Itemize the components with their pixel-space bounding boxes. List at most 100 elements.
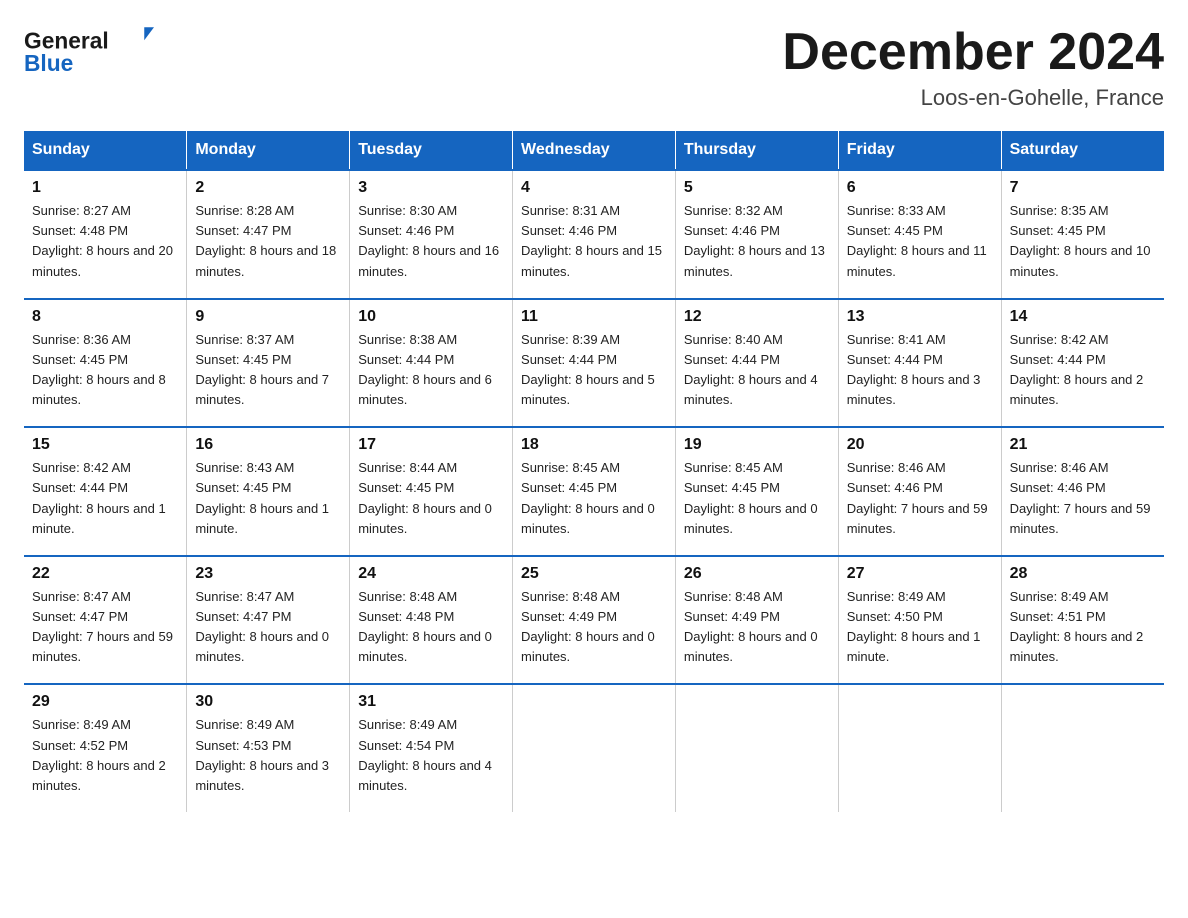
calendar-cell: 14Sunrise: 8:42 AMSunset: 4:44 PMDayligh… (1001, 299, 1164, 428)
day-number: 22 (32, 565, 178, 583)
calendar-cell: 15 Sunrise: 8:42 AMSunset: 4:44 PMDayligh… (24, 427, 187, 556)
day-info: Sunrise: 8:49 AMSunset: 4:54 PMDaylight:… (358, 715, 504, 796)
day-info: Sunrise: 8:39 AMSunset: 4:44 PMDaylight:… (521, 330, 667, 411)
day-info: Sunrise: 8:49 AMSunset: 4:50 PMDaylight:… (847, 587, 993, 668)
calendar-week-4: 22 Sunrise: 8:47 AMSunset: 4:47 PMDayligh… (24, 556, 1164, 685)
calendar-cell (838, 684, 1001, 812)
location: Loos-en-Gohelle, France (782, 85, 1164, 111)
day-info: Sunrise: 8:48 AMSunset: 4:48 PMDaylight:… (358, 587, 504, 668)
calendar-cell: 5 Sunrise: 8:32 AMSunset: 4:46 PMDaylight… (675, 170, 838, 299)
calendar-cell: 1 Sunrise: 8:27 AMSunset: 4:48 PMDaylight… (24, 170, 187, 299)
calendar-cell: 27Sunrise: 8:49 AMSunset: 4:50 PMDayligh… (838, 556, 1001, 685)
calendar-cell: 7 Sunrise: 8:35 AMSunset: 4:45 PMDaylight… (1001, 170, 1164, 299)
calendar-cell: 2 Sunrise: 8:28 AMSunset: 4:47 PMDaylight… (187, 170, 350, 299)
calendar-cell: 29 Sunrise: 8:49 AMSunset: 4:52 PMDayligh… (24, 684, 187, 812)
calendar-cell (513, 684, 676, 812)
svg-text:Blue: Blue (24, 50, 73, 76)
calendar-cell: 18 Sunrise: 8:45 AMSunset: 4:45 PMDayligh… (513, 427, 676, 556)
day-number: 4 (521, 179, 667, 197)
calendar-table: SundayMondayTuesdayWednesdayThursdayFrid… (24, 131, 1164, 812)
day-info: Sunrise: 8:43 AMSunset: 4:45 PMDaylight:… (195, 458, 341, 539)
day-number: 18 (521, 436, 667, 454)
calendar-cell: 16 Sunrise: 8:43 AMSunset: 4:45 PMDayligh… (187, 427, 350, 556)
day-info: Sunrise: 8:48 AMSunset: 4:49 PMDaylight:… (521, 587, 667, 668)
day-info: Sunrise: 8:38 AMSunset: 4:44 PMDaylight:… (358, 330, 504, 411)
day-number: 10 (358, 308, 504, 326)
day-number: 1 (32, 179, 178, 197)
weekday-header-friday: Friday (838, 131, 1001, 170)
day-info: Sunrise: 8:42 AMSunset: 4:44 PMDaylight:… (32, 458, 178, 539)
calendar-cell: 28Sunrise: 8:49 AMSunset: 4:51 PMDayligh… (1001, 556, 1164, 685)
day-number: 19 (684, 436, 830, 454)
day-info: Sunrise: 8:35 AMSunset: 4:45 PMDaylight:… (1010, 201, 1156, 282)
calendar-week-1: 1 Sunrise: 8:27 AMSunset: 4:48 PMDaylight… (24, 170, 1164, 299)
day-info: Sunrise: 8:46 AMSunset: 4:46 PMDaylight:… (847, 458, 993, 539)
day-info: Sunrise: 8:44 AMSunset: 4:45 PMDaylight:… (358, 458, 504, 539)
calendar-cell: 24 Sunrise: 8:48 AMSunset: 4:48 PMDayligh… (350, 556, 513, 685)
day-info: Sunrise: 8:49 AMSunset: 4:53 PMDaylight:… (195, 715, 341, 796)
day-number: 17 (358, 436, 504, 454)
calendar-cell: 13 Sunrise: 8:41 AMSunset: 4:44 PMDayligh… (838, 299, 1001, 428)
calendar-cell (1001, 684, 1164, 812)
day-number: 12 (684, 308, 830, 326)
day-info: Sunrise: 8:42 AMSunset: 4:44 PMDaylight:… (1010, 330, 1156, 411)
calendar-cell: 8Sunrise: 8:36 AMSunset: 4:45 PMDaylight… (24, 299, 187, 428)
calendar-cell: 26 Sunrise: 8:48 AMSunset: 4:49 PMDayligh… (675, 556, 838, 685)
calendar-cell: 10 Sunrise: 8:38 AMSunset: 4:44 PMDayligh… (350, 299, 513, 428)
day-info: Sunrise: 8:31 AMSunset: 4:46 PMDaylight:… (521, 201, 667, 282)
day-number: 24 (358, 565, 504, 583)
calendar-cell: 31 Sunrise: 8:49 AMSunset: 4:54 PMDayligh… (350, 684, 513, 812)
day-info: Sunrise: 8:41 AMSunset: 4:44 PMDaylight:… (847, 330, 993, 411)
day-number: 31 (358, 693, 504, 711)
day-number: 20 (847, 436, 993, 454)
calendar-cell: 19 Sunrise: 8:45 AMSunset: 4:45 PMDayligh… (675, 427, 838, 556)
calendar-week-5: 29 Sunrise: 8:49 AMSunset: 4:52 PMDayligh… (24, 684, 1164, 812)
day-number: 30 (195, 693, 341, 711)
calendar-cell (675, 684, 838, 812)
day-info: Sunrise: 8:28 AMSunset: 4:47 PMDaylight:… (195, 201, 341, 282)
day-number: 16 (195, 436, 341, 454)
calendar-cell: 3Sunrise: 8:30 AMSunset: 4:46 PMDaylight… (350, 170, 513, 299)
day-number: 29 (32, 693, 178, 711)
calendar-cell: 20 Sunrise: 8:46 AMSunset: 4:46 PMDayligh… (838, 427, 1001, 556)
day-number: 11 (521, 308, 667, 326)
calendar-cell: 6Sunrise: 8:33 AMSunset: 4:45 PMDaylight… (838, 170, 1001, 299)
day-info: Sunrise: 8:49 AMSunset: 4:51 PMDaylight:… (1010, 587, 1156, 668)
day-info: Sunrise: 8:32 AMSunset: 4:46 PMDaylight:… (684, 201, 830, 282)
month-title: December 2024 (782, 24, 1164, 81)
day-info: Sunrise: 8:47 AMSunset: 4:47 PMDaylight:… (195, 587, 341, 668)
day-number: 25 (521, 565, 667, 583)
day-number: 13 (847, 308, 993, 326)
day-number: 2 (195, 179, 341, 197)
page-header: General Blue December 2024 Loos-en-Gohel… (24, 24, 1164, 111)
day-info: Sunrise: 8:40 AMSunset: 4:44 PMDaylight:… (684, 330, 830, 411)
day-number: 7 (1010, 179, 1156, 197)
day-info: Sunrise: 8:45 AMSunset: 4:45 PMDaylight:… (684, 458, 830, 539)
weekday-header-wednesday: Wednesday (513, 131, 676, 170)
day-info: Sunrise: 8:46 AMSunset: 4:46 PMDaylight:… (1010, 458, 1156, 539)
calendar-cell: 21 Sunrise: 8:46 AMSunset: 4:46 PMDayligh… (1001, 427, 1164, 556)
day-number: 6 (847, 179, 993, 197)
day-number: 15 (32, 436, 178, 454)
weekday-header-thursday: Thursday (675, 131, 838, 170)
weekday-header-tuesday: Tuesday (350, 131, 513, 170)
day-info: Sunrise: 8:49 AMSunset: 4:52 PMDaylight:… (32, 715, 178, 796)
day-number: 26 (684, 565, 830, 583)
weekday-header-sunday: Sunday (24, 131, 187, 170)
calendar-cell: 17 Sunrise: 8:44 AMSunset: 4:45 PMDayligh… (350, 427, 513, 556)
day-number: 23 (195, 565, 341, 583)
day-info: Sunrise: 8:45 AMSunset: 4:45 PMDaylight:… (521, 458, 667, 539)
calendar-cell: 22 Sunrise: 8:47 AMSunset: 4:47 PMDayligh… (24, 556, 187, 685)
calendar-week-3: 15 Sunrise: 8:42 AMSunset: 4:44 PMDayligh… (24, 427, 1164, 556)
logo-svg: General Blue (24, 24, 154, 77)
day-info: Sunrise: 8:27 AMSunset: 4:48 PMDaylight:… (32, 201, 178, 282)
day-number: 21 (1010, 436, 1156, 454)
weekday-header-saturday: Saturday (1001, 131, 1164, 170)
day-info: Sunrise: 8:48 AMSunset: 4:49 PMDaylight:… (684, 587, 830, 668)
day-number: 5 (684, 179, 830, 197)
day-info: Sunrise: 8:47 AMSunset: 4:47 PMDaylight:… (32, 587, 178, 668)
calendar-cell: 4 Sunrise: 8:31 AMSunset: 4:46 PMDaylight… (513, 170, 676, 299)
calendar-cell: 25 Sunrise: 8:48 AMSunset: 4:49 PMDayligh… (513, 556, 676, 685)
day-number: 9 (195, 308, 341, 326)
day-number: 8 (32, 308, 178, 326)
